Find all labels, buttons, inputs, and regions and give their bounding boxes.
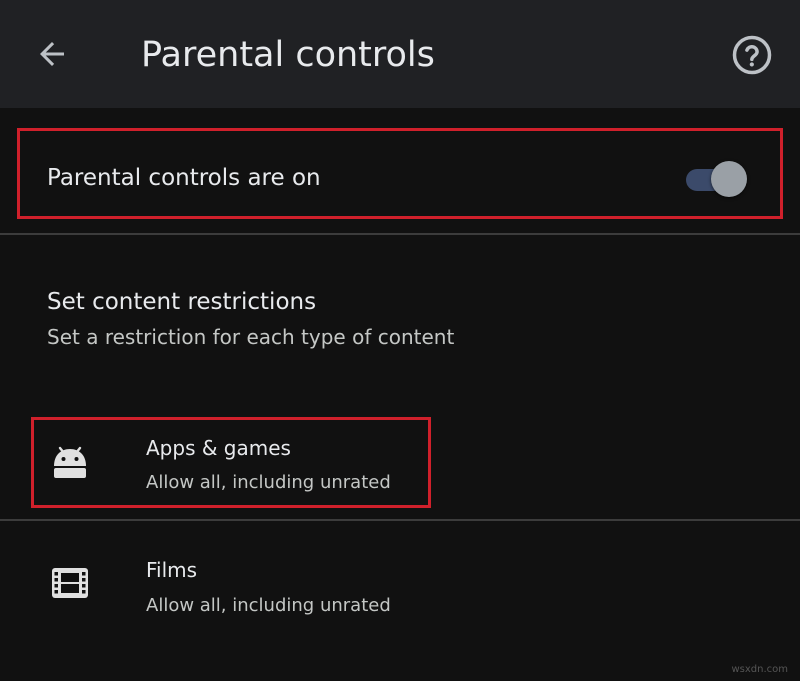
master-toggle-row[interactable]: Parental controls are on	[0, 110, 800, 234]
item-subtitle: Allow all, including unrated	[146, 472, 391, 493]
item-subtitle: Allow all, including unrated	[146, 595, 391, 616]
item-title: Films	[146, 558, 198, 582]
app-bar: Parental controls	[0, 0, 800, 108]
android-icon	[48, 438, 92, 482]
divider	[0, 233, 800, 235]
item-title: Apps & games	[146, 436, 291, 460]
master-toggle-label: Parental controls are on	[47, 165, 321, 191]
page-title: Parental controls	[141, 35, 435, 75]
divider	[0, 519, 800, 521]
section-title: Set content restrictions	[47, 289, 317, 315]
arrow-left-icon	[40, 42, 64, 66]
switch-thumb	[711, 161, 747, 197]
parental-controls-switch[interactable]	[684, 161, 747, 197]
film-icon	[48, 561, 92, 605]
list-item-films[interactable]: Films Allow all, including unrated	[0, 540, 800, 640]
watermark: wsxdn.com	[731, 664, 788, 675]
back-button[interactable]	[30, 32, 74, 76]
section-subtitle: Set a restriction for each type of conte…	[47, 325, 455, 349]
help-circle-icon	[732, 35, 772, 75]
list-item-apps-games[interactable]: Apps & games Allow all, including unrate…	[0, 417, 800, 517]
parental-controls-screen: Parental controls Parental controls are …	[0, 0, 800, 681]
help-button[interactable]	[730, 33, 774, 77]
